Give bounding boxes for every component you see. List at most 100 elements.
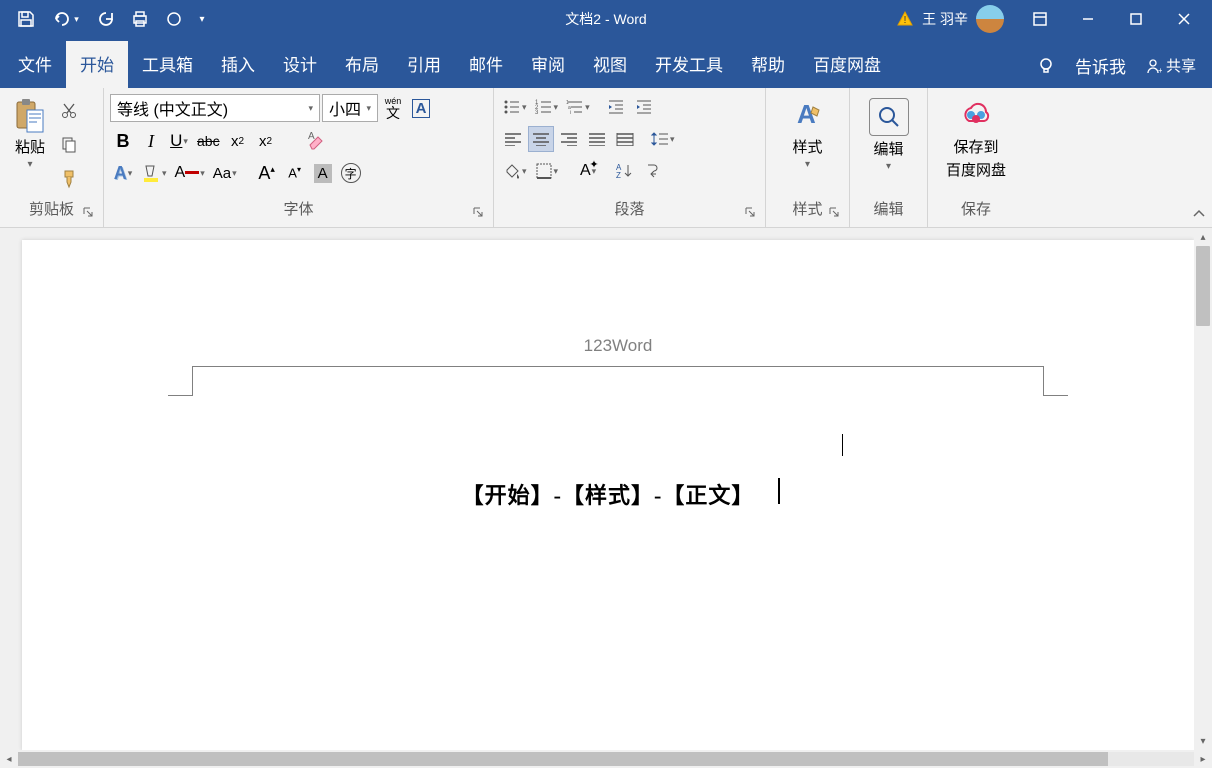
warning-icon: ! bbox=[896, 10, 914, 28]
bullets-button[interactable]: ▾ bbox=[500, 94, 530, 120]
grow-font-button[interactable]: A▴ bbox=[254, 160, 280, 186]
save-to-baidu-button[interactable]: 保存到 百度网盘 bbox=[940, 94, 1012, 184]
line-spacing-icon bbox=[651, 131, 669, 147]
tab-file[interactable]: 文件 bbox=[4, 41, 66, 88]
document-body-text[interactable]: 【开始】-【样式】-【正文】 bbox=[22, 478, 1194, 510]
enclose-characters-button[interactable]: 字 bbox=[338, 160, 364, 186]
line-spacing-button[interactable]: ▾ bbox=[648, 126, 678, 152]
font-size-combo[interactable]: 小四▾ bbox=[322, 94, 378, 122]
italic-button[interactable]: I bbox=[138, 128, 164, 154]
styles-dialog-launcher[interactable] bbox=[827, 205, 841, 219]
vertical-scrollbar[interactable]: ▴ ▾ bbox=[1194, 228, 1212, 750]
styles-button[interactable]: A 样式 ▾ bbox=[784, 94, 832, 174]
copy-button[interactable] bbox=[56, 132, 82, 158]
multilevel-list-button[interactable]: 1ai▾ bbox=[563, 94, 593, 120]
paste-button[interactable]: 粘贴 ▾ bbox=[6, 94, 54, 174]
change-case-button[interactable]: Aa▾ bbox=[210, 160, 240, 186]
group-editing: 编辑 ▾ 编辑 bbox=[850, 88, 928, 227]
quick-access-toolbar: ▾ ▾ bbox=[0, 4, 212, 34]
maximize-button[interactable] bbox=[1114, 4, 1158, 34]
user-account[interactable]: ! 王 羽辛 bbox=[896, 5, 1004, 33]
sort-button[interactable]: AZ bbox=[611, 158, 637, 184]
subscript-button[interactable]: x2 bbox=[225, 128, 251, 154]
group-label-styles: 样式 bbox=[772, 196, 843, 223]
bold-button[interactable]: B bbox=[110, 128, 136, 154]
tell-me-icon[interactable] bbox=[1035, 55, 1057, 77]
font-name-combo[interactable]: 等线 (中文正文)▾ bbox=[110, 94, 320, 122]
tab-developer[interactable]: 开发工具 bbox=[641, 41, 737, 88]
collapse-ribbon-button[interactable] bbox=[1192, 207, 1206, 221]
tab-mailings[interactable]: 邮件 bbox=[455, 41, 517, 88]
scroll-left-button[interactable]: ◂ bbox=[0, 750, 18, 768]
highlight-button[interactable]: ▾ bbox=[138, 160, 170, 186]
align-center-button[interactable] bbox=[528, 126, 554, 152]
vscroll-thumb[interactable] bbox=[1196, 246, 1210, 326]
editing-button[interactable]: 编辑 ▾ bbox=[863, 94, 915, 176]
tab-baidu[interactable]: 百度网盘 bbox=[799, 41, 895, 88]
numbering-button[interactable]: 123▾ bbox=[532, 94, 562, 120]
text-effects-button[interactable]: A▾ bbox=[110, 160, 136, 186]
styles-icon: A bbox=[790, 98, 826, 134]
tab-insert[interactable]: 插入 bbox=[207, 41, 269, 88]
editing-label: 编辑 bbox=[873, 138, 903, 159]
paragraph-dialog-launcher[interactable] bbox=[743, 205, 757, 219]
align-justify-button[interactable] bbox=[584, 126, 610, 152]
clear-formatting-button[interactable]: A bbox=[303, 128, 329, 154]
document-area: 123Word 【开始】-【样式】-【正文】 ▴ ▾ bbox=[0, 228, 1212, 750]
tab-layout[interactable]: 布局 bbox=[331, 41, 393, 88]
strikethrough-button[interactable]: abc bbox=[194, 128, 223, 154]
page-header[interactable]: 123Word bbox=[172, 336, 1064, 356]
superscript-button[interactable]: x2 bbox=[253, 128, 279, 154]
asian-layout-button[interactable]: A✦▾ bbox=[575, 158, 601, 184]
ribbon-display-options[interactable] bbox=[1018, 4, 1062, 34]
format-painter-button[interactable] bbox=[56, 166, 82, 192]
borders-button[interactable]: ▾ bbox=[532, 158, 562, 184]
tab-view[interactable]: 视图 bbox=[579, 41, 641, 88]
decrease-indent-button[interactable] bbox=[603, 94, 629, 120]
shrink-font-button[interactable]: A▾ bbox=[282, 160, 308, 186]
sort-icon: AZ bbox=[615, 163, 633, 179]
underline-button[interactable]: U▾ bbox=[166, 128, 192, 154]
svg-text:3: 3 bbox=[535, 110, 539, 115]
scroll-up-button[interactable]: ▴ bbox=[1194, 228, 1212, 246]
minimize-button[interactable] bbox=[1066, 4, 1110, 34]
page[interactable]: 123Word 【开始】-【样式】-【正文】 bbox=[22, 240, 1194, 750]
quick-print-icon[interactable] bbox=[124, 4, 156, 34]
status-indicator-icon[interactable] bbox=[158, 4, 190, 34]
shading-button[interactable]: ▾ bbox=[500, 158, 530, 184]
clipboard-dialog-launcher[interactable] bbox=[81, 205, 95, 219]
multilevel-icon: 1ai bbox=[566, 99, 584, 115]
close-button[interactable] bbox=[1162, 4, 1206, 34]
character-shading-button[interactable]: A bbox=[310, 160, 336, 186]
font-color-button[interactable]: A▾ bbox=[172, 160, 208, 186]
cut-button[interactable] bbox=[56, 98, 82, 124]
align-distribute-button[interactable] bbox=[612, 126, 638, 152]
tab-design[interactable]: 设计 bbox=[269, 41, 331, 88]
share-button[interactable]: + 共享 bbox=[1144, 55, 1196, 76]
undo-button[interactable]: ▾ bbox=[44, 4, 88, 34]
save-icon[interactable] bbox=[10, 4, 42, 34]
increase-indent-button[interactable] bbox=[631, 94, 657, 120]
group-paragraph: ▾ 123▾ 1ai▾ ▾ ▾ ▾ A✦▾ bbox=[494, 88, 766, 227]
redo-button[interactable] bbox=[90, 4, 122, 34]
tab-home[interactable]: 开始 bbox=[66, 41, 128, 88]
scroll-right-button[interactable]: ▸ bbox=[1194, 750, 1212, 768]
font-dialog-launcher[interactable] bbox=[471, 205, 485, 219]
tab-help[interactable]: 帮助 bbox=[737, 41, 799, 88]
horizontal-scrollbar[interactable]: ◂ ▸ bbox=[0, 750, 1212, 768]
tab-toolbox[interactable]: 工具箱 bbox=[128, 41, 207, 88]
align-left-button[interactable] bbox=[500, 126, 526, 152]
qat-customize[interactable]: ▾ bbox=[192, 4, 212, 34]
character-border-button[interactable]: A bbox=[408, 95, 434, 121]
phonetic-guide-button[interactable]: wén文 bbox=[380, 95, 406, 121]
show-hide-button[interactable] bbox=[639, 158, 665, 184]
scroll-down-button[interactable]: ▾ bbox=[1194, 732, 1212, 750]
tab-review[interactable]: 审阅 bbox=[517, 41, 579, 88]
tab-references[interactable]: 引用 bbox=[393, 41, 455, 88]
align-right-button[interactable] bbox=[556, 126, 582, 152]
hscroll-thumb[interactable] bbox=[18, 752, 1108, 766]
numbering-icon: 123 bbox=[535, 99, 553, 115]
ribbon: 粘贴 ▾ 剪贴板 等线 (中文正文)▾ 小四▾ wén文 A B bbox=[0, 88, 1212, 228]
paste-icon bbox=[12, 98, 48, 134]
tell-me-input[interactable]: 告诉我 bbox=[1067, 43, 1134, 88]
